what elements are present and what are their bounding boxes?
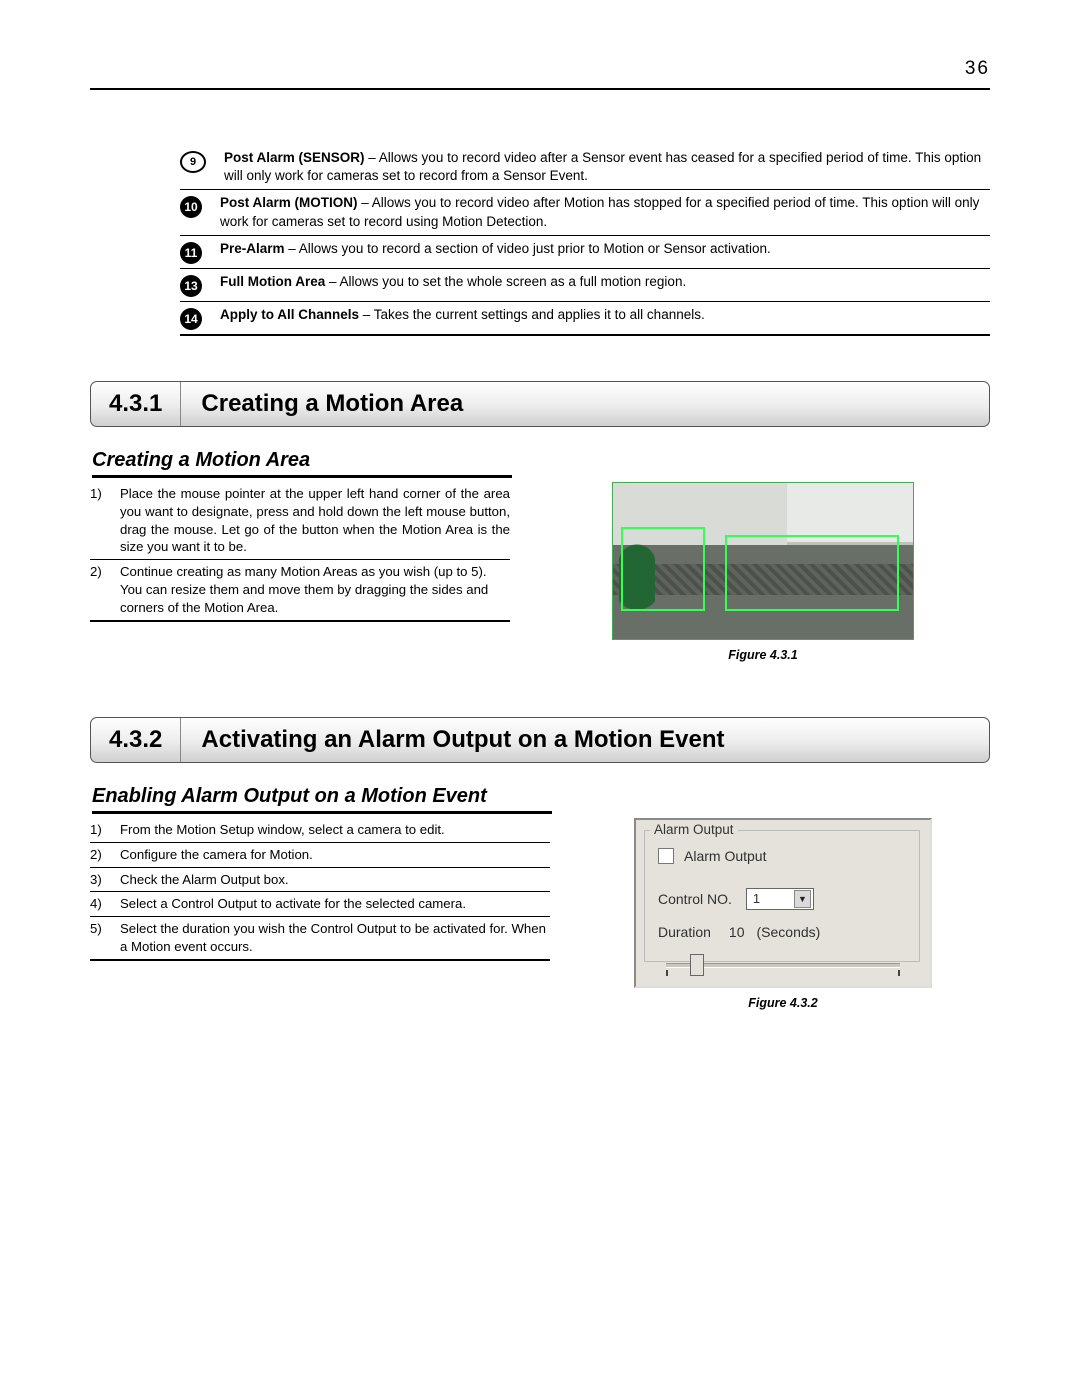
page-number: 36 — [965, 58, 990, 80]
control-no-value: 1 — [753, 891, 760, 906]
step-row: 3) Check the Alarm Output box. — [90, 868, 550, 893]
definition-text: Apply to All Channels – Takes the curren… — [220, 306, 990, 330]
step-number: 1) — [90, 485, 120, 556]
control-no-label: Control NO. — [658, 891, 732, 907]
step-text: From the Motion Setup window, select a c… — [120, 821, 550, 839]
section-number: 4.3.2 — [91, 718, 181, 762]
step-row: 1) From the Motion Setup window, select … — [90, 818, 550, 843]
slider-tick-icon — [666, 970, 668, 976]
step-row: 1) Place the mouse pointer at the upper … — [90, 482, 510, 560]
section-number: 4.3.1 — [91, 382, 181, 426]
figure-caption: Figure 4.3.1 — [728, 648, 797, 662]
step-number: 2) — [90, 563, 120, 616]
steps-list: 1) Place the mouse pointer at the upper … — [90, 482, 510, 662]
control-no-row: Control NO. 1 ▼ — [658, 888, 922, 910]
step-text: Configure the camera for Motion. — [120, 846, 550, 864]
motion-area-selection-icon — [725, 535, 899, 611]
definition-text: Post Alarm (SENSOR) – Allows you to reco… — [224, 149, 990, 185]
definition-row: 13 Full Motion Area – Allows you to set … — [180, 269, 990, 302]
duration-label: Duration — [658, 924, 711, 940]
duration-row: Duration 10 (Seconds) — [658, 924, 922, 940]
step-text: Check the Alarm Output box. — [120, 871, 550, 889]
subsection-heading: Creating a Motion Area — [92, 449, 512, 478]
definition-row: 14 Apply to All Channels – Takes the cur… — [180, 302, 990, 336]
fieldset-legend: Alarm Output — [650, 822, 738, 837]
step-row: 2) Continue creating as many Motion Area… — [90, 560, 510, 621]
slider-thumb[interactable] — [690, 954, 704, 976]
duration-value: 10 — [729, 924, 745, 940]
section-title: Creating a Motion Area — [181, 382, 483, 426]
step-text: Select the duration you wish the Control… — [120, 920, 550, 956]
section-title: Activating an Alarm Output on a Motion E… — [181, 718, 744, 762]
figure-caption: Figure 4.3.2 — [748, 996, 817, 1010]
definition-text: Post Alarm (MOTION) – Allows you to reco… — [220, 194, 990, 230]
number-badge-9-icon: 9 — [180, 151, 206, 173]
step-number: 5) — [90, 920, 120, 956]
slider-tick-icon — [898, 970, 900, 976]
step-text: Continue creating as many Motion Areas a… — [120, 563, 510, 616]
definition-row: 11 Pre-Alarm – Allows you to record a se… — [180, 236, 990, 269]
definition-row: 9 Post Alarm (SENSOR) – Allows you to re… — [180, 145, 990, 190]
step-number: 3) — [90, 871, 120, 889]
step-text: Place the mouse pointer at the upper lef… — [120, 485, 510, 556]
section-heading-bar: 4.3.2 Activating an Alarm Output on a Mo… — [90, 717, 990, 763]
number-badge-14-icon: 14 — [180, 308, 202, 330]
definition-text: Pre-Alarm – Allows you to record a secti… — [220, 240, 990, 264]
step-number: 4) — [90, 895, 120, 913]
alarm-output-checkbox-row: Alarm Output — [658, 848, 922, 864]
camera-screenshot-figure — [612, 482, 914, 640]
alarm-output-checkbox-label: Alarm Output — [684, 848, 766, 864]
page-header-rule: 36 — [90, 60, 990, 90]
motion-area-selection-icon — [621, 527, 705, 611]
number-badge-10-icon: 10 — [180, 196, 202, 218]
step-row: 4) Select a Control Output to activate f… — [90, 892, 550, 917]
number-badge-11-icon: 11 — [180, 242, 202, 264]
definitions-list: 9 Post Alarm (SENSOR) – Allows you to re… — [180, 145, 990, 336]
step-number: 2) — [90, 846, 120, 864]
section-heading-bar: 4.3.1 Creating a Motion Area — [90, 381, 990, 427]
alarm-output-checkbox[interactable] — [658, 848, 674, 864]
step-row: 2) Configure the camera for Motion. — [90, 843, 550, 868]
steps-list: 1) From the Motion Setup window, select … — [90, 818, 550, 1010]
step-number: 1) — [90, 821, 120, 839]
alarm-output-panel: Alarm Output Alarm Output Control NO. 1 … — [634, 818, 932, 988]
chevron-down-icon: ▼ — [794, 890, 811, 908]
step-text: Select a Control Output to activate for … — [120, 895, 550, 913]
step-row: 5) Select the duration you wish the Cont… — [90, 917, 550, 961]
definition-text: Full Motion Area – Allows you to set the… — [220, 273, 990, 297]
definition-row: 10 Post Alarm (MOTION) – Allows you to r… — [180, 190, 990, 235]
subsection-heading: Enabling Alarm Output on a Motion Event — [92, 785, 552, 814]
duration-slider[interactable] — [660, 954, 906, 976]
number-badge-13-icon: 13 — [180, 275, 202, 297]
control-no-dropdown[interactable]: 1 ▼ — [746, 888, 814, 910]
duration-unit: (Seconds) — [757, 924, 821, 940]
